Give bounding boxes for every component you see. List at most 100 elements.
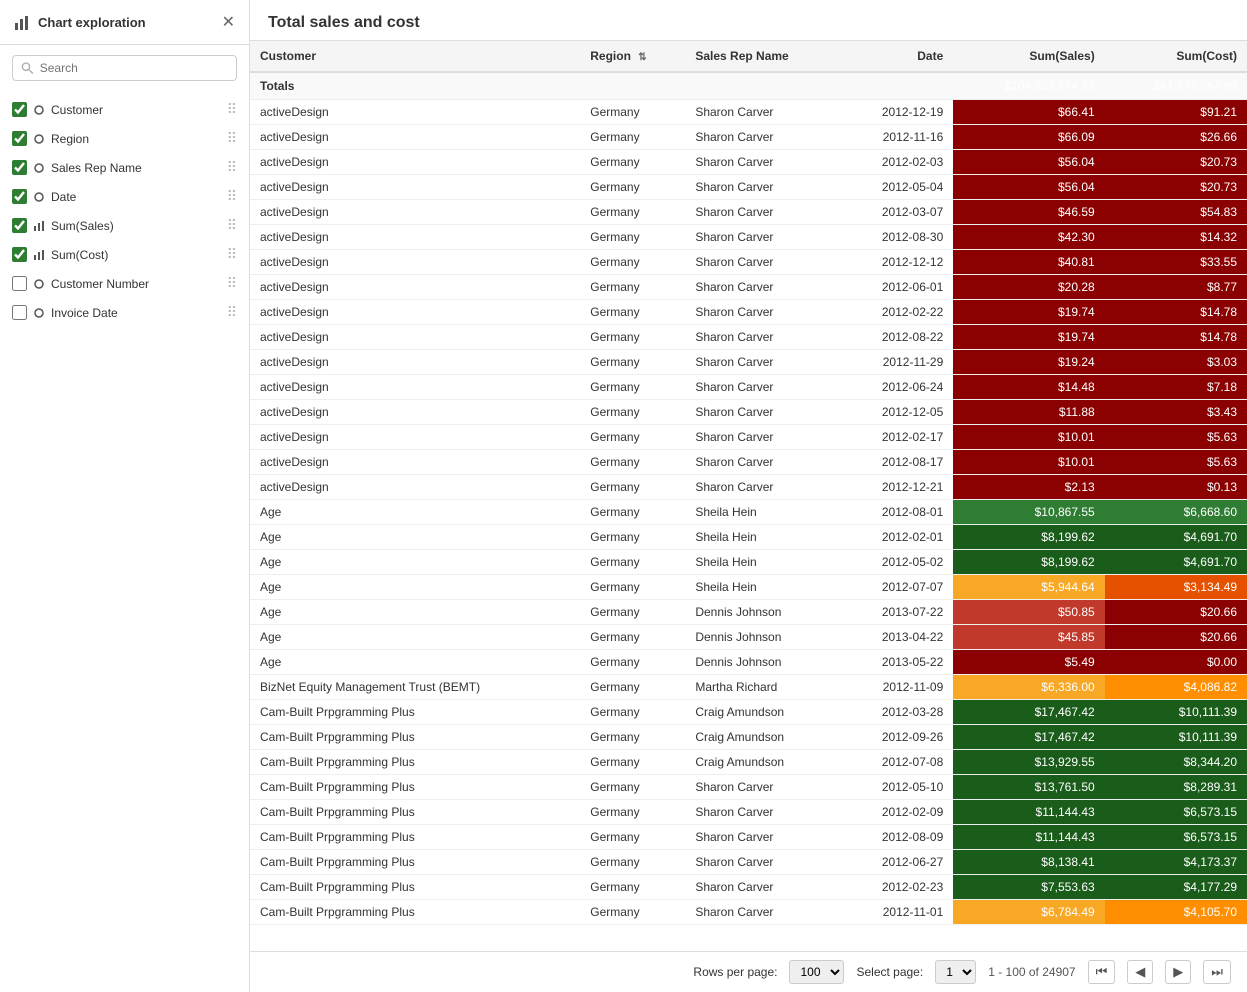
rows-per-page-select[interactable]: 100 50 25 bbox=[789, 960, 844, 984]
cell-row0-col4: $66.41 bbox=[953, 100, 1104, 125]
col-header-customer[interactable]: Customer bbox=[250, 41, 580, 72]
checkbox-sum-sales[interactable] bbox=[12, 218, 27, 233]
data-table-container[interactable]: Customer Region ⇅ Sales Rep Name Date Su… bbox=[250, 41, 1247, 951]
cell-row16-col1: Germany bbox=[580, 500, 685, 525]
cell-row4-col3: 2012-03-07 bbox=[841, 200, 953, 225]
cell-row22-col2: Dennis Johnson bbox=[685, 650, 841, 675]
cell-row31-col0: Cam-Built Prpgramming Plus bbox=[250, 875, 580, 900]
col-header-sum-sales[interactable]: Sum(Sales) bbox=[953, 41, 1104, 72]
cell-row21-col3: 2013-04-22 bbox=[841, 625, 953, 650]
first-page-button[interactable]: ⏮ bbox=[1088, 960, 1116, 984]
cell-row3-col2: Sharon Carver bbox=[685, 175, 841, 200]
cell-row3-col0: activeDesign bbox=[250, 175, 580, 200]
cell-row15-col2: Sharon Carver bbox=[685, 475, 841, 500]
col-header-sum-cost[interactable]: Sum(Cost) bbox=[1105, 41, 1247, 72]
drag-handle-customer[interactable]: ⠿ bbox=[227, 101, 237, 118]
cell-row24-col3: 2012-03-28 bbox=[841, 700, 953, 725]
sidebar-item-label-sum-cost: Sum(Cost) bbox=[51, 248, 221, 262]
cell-row3-col3: 2012-05-04 bbox=[841, 175, 953, 200]
cell-row8-col2: Sharon Carver bbox=[685, 300, 841, 325]
cell-row13-col0: activeDesign bbox=[250, 425, 580, 450]
drag-handle-region[interactable]: ⠿ bbox=[227, 130, 237, 147]
drag-handle-sales-rep-name[interactable]: ⠿ bbox=[227, 159, 237, 176]
cell-row11-col0: activeDesign bbox=[250, 375, 580, 400]
cell-row22-col4: $5.49 bbox=[953, 650, 1104, 675]
cell-row16-col4: $10,867.55 bbox=[953, 500, 1104, 525]
measure-icon bbox=[33, 249, 45, 261]
cell-row23-col0: BizNet Equity Management Trust (BEMT) bbox=[250, 675, 580, 700]
cell-row11-col3: 2012-06-24 bbox=[841, 375, 953, 400]
data-table: Customer Region ⇅ Sales Rep Name Date Su… bbox=[250, 41, 1247, 925]
select-page-select[interactable]: 1 2 3 bbox=[935, 960, 976, 984]
dimension-icon bbox=[33, 191, 45, 203]
drag-handle-date[interactable]: ⠿ bbox=[227, 188, 237, 205]
cell-row30-col2: Sharon Carver bbox=[685, 850, 841, 875]
table-row: AgeGermanyDennis Johnson2013-05-22$5.49$… bbox=[250, 650, 1247, 675]
cell-row19-col5: $3,134.49 bbox=[1105, 575, 1247, 600]
search-icon bbox=[21, 61, 34, 75]
col-header-sales-rep[interactable]: Sales Rep Name bbox=[685, 41, 841, 72]
sidebar-close-button[interactable]: ✕ bbox=[222, 12, 235, 32]
last-page-button[interactable]: ⏭ bbox=[1203, 960, 1231, 984]
table-header-row: Customer Region ⇅ Sales Rep Name Date Su… bbox=[250, 41, 1247, 72]
sidebar-item-sum-cost[interactable]: Sum(Cost) ⠿ bbox=[0, 240, 249, 269]
sidebar-header: Chart exploration ✕ bbox=[0, 0, 249, 45]
checkbox-customer[interactable] bbox=[12, 102, 27, 117]
sidebar-item-customer-number[interactable]: Customer Number⠿ bbox=[0, 269, 249, 298]
cell-row8-col3: 2012-02-22 bbox=[841, 300, 953, 325]
sidebar-item-invoice-date[interactable]: Invoice Date⠿ bbox=[0, 298, 249, 327]
checkbox-sales-rep-name[interactable] bbox=[12, 160, 27, 175]
cell-row25-col2: Craig Amundson bbox=[685, 725, 841, 750]
sidebar-item-sales-rep-name[interactable]: Sales Rep Name⠿ bbox=[0, 153, 249, 182]
cell-row32-col0: Cam-Built Prpgramming Plus bbox=[250, 900, 580, 925]
prev-page-button[interactable]: ◀ bbox=[1127, 960, 1153, 984]
cell-row29-col0: Cam-Built Prpgramming Plus bbox=[250, 825, 580, 850]
col-header-date[interactable]: Date bbox=[841, 41, 953, 72]
col-header-region[interactable]: Region ⇅ bbox=[580, 41, 685, 72]
cell-row14-col5: $5.63 bbox=[1105, 450, 1247, 475]
sidebar-item-region[interactable]: Region⠿ bbox=[0, 124, 249, 153]
drag-handle-customer-number[interactable]: ⠿ bbox=[227, 275, 237, 292]
sidebar-items: Customer⠿Region⠿Sales Rep Name⠿Date⠿Sum(… bbox=[0, 91, 249, 992]
cell-row9-col3: 2012-08-22 bbox=[841, 325, 953, 350]
sidebar-item-sum-sales[interactable]: Sum(Sales)⠿ bbox=[0, 211, 249, 240]
cell-row25-col3: 2012-09-26 bbox=[841, 725, 953, 750]
cell-row2-col3: 2012-02-03 bbox=[841, 150, 953, 175]
next-page-button[interactable]: ▶ bbox=[1165, 960, 1191, 984]
drag-handle-sum-cost[interactable]: ⠿ bbox=[227, 246, 237, 263]
cell-row9-col4: $19.74 bbox=[953, 325, 1104, 350]
checkbox-region[interactable] bbox=[12, 131, 27, 146]
search-box[interactable] bbox=[12, 55, 237, 81]
dimension-icon bbox=[33, 278, 45, 290]
checkbox-customer-number[interactable] bbox=[12, 276, 27, 291]
cell-row20-col3: 2013-07-22 bbox=[841, 600, 953, 625]
table-row: Cam-Built Prpgramming PlusGermanySharon … bbox=[250, 875, 1247, 900]
cell-row27-col5: $8,289.31 bbox=[1105, 775, 1247, 800]
cell-row4-col0: activeDesign bbox=[250, 200, 580, 225]
checkbox-date[interactable] bbox=[12, 189, 27, 204]
drag-handle-sum-sales[interactable]: ⠿ bbox=[227, 217, 237, 234]
main-content: Total sales and cost Customer Region ⇅ S… bbox=[250, 0, 1247, 992]
sidebar-item-customer[interactable]: Customer⠿ bbox=[0, 95, 249, 124]
cell-row13-col5: $5.63 bbox=[1105, 425, 1247, 450]
cell-row5-col2: Sharon Carver bbox=[685, 225, 841, 250]
cell-row6-col5: $33.55 bbox=[1105, 250, 1247, 275]
search-input[interactable] bbox=[40, 61, 228, 75]
drag-handle-invoice-date[interactable]: ⠿ bbox=[227, 304, 237, 321]
table-row: activeDesignGermanySharon Carver2012-02-… bbox=[250, 150, 1247, 175]
cell-row21-col5: $20.66 bbox=[1105, 625, 1247, 650]
table-row: activeDesignGermanySharon Carver2012-03-… bbox=[250, 200, 1247, 225]
cell-row1-col0: activeDesign bbox=[250, 125, 580, 150]
cell-row28-col4: $11,144.43 bbox=[953, 800, 1104, 825]
cell-row26-col4: $13,929.55 bbox=[953, 750, 1104, 775]
cell-row14-col0: activeDesign bbox=[250, 450, 580, 475]
checkbox-sum-cost[interactable] bbox=[12, 247, 27, 262]
cell-row28-col5: $6,573.15 bbox=[1105, 800, 1247, 825]
sidebar-item-date[interactable]: Date⠿ bbox=[0, 182, 249, 211]
table-row: activeDesignGermanySharon Carver2012-06-… bbox=[250, 375, 1247, 400]
cell-row0-col5: $91.21 bbox=[1105, 100, 1247, 125]
checkbox-invoice-date[interactable] bbox=[12, 305, 27, 320]
table-row: activeDesignGermanySharon Carver2012-12-… bbox=[250, 100, 1247, 125]
cell-row6-col2: Sharon Carver bbox=[685, 250, 841, 275]
cell-row23-col5: $4,086.82 bbox=[1105, 675, 1247, 700]
